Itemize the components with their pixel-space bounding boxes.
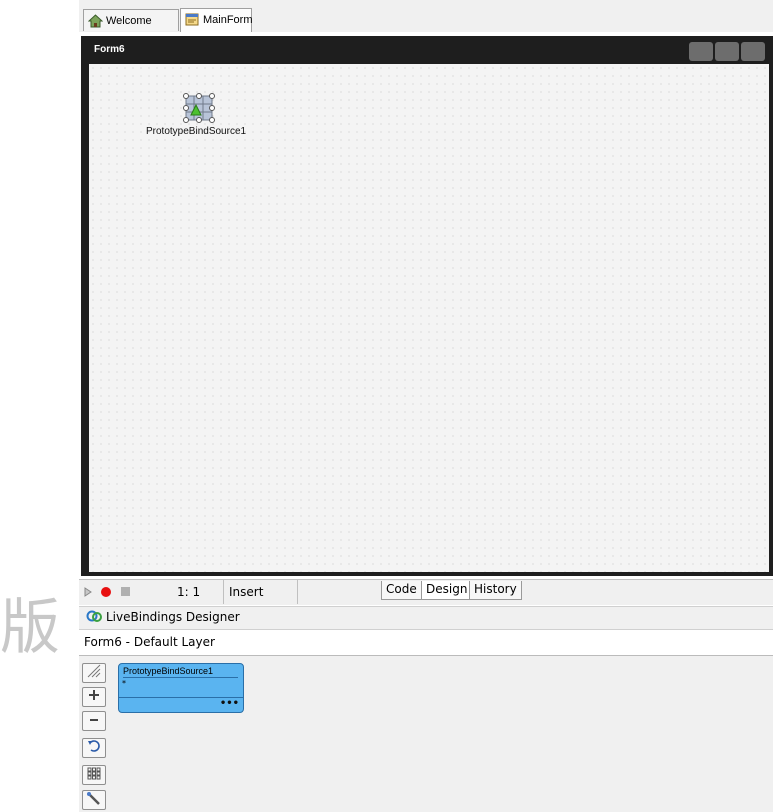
stop-icon[interactable] <box>120 586 131 597</box>
more-options-icon[interactable]: ••• <box>220 698 239 709</box>
divider <box>223 580 224 604</box>
wand-icon <box>87 792 100 805</box>
form-icon <box>185 13 199 26</box>
zoom-in-button[interactable] <box>82 687 106 707</box>
tab-mainform[interactable]: MainForm <box>180 8 253 32</box>
diagonal-lines-icon <box>87 664 101 678</box>
form-title: Form6 <box>94 44 125 55</box>
form-client-area[interactable] <box>89 64 769 572</box>
home-icon <box>88 14 103 28</box>
livebindings-icon <box>86 610 102 622</box>
bind-source-field[interactable]: * <box>122 679 126 688</box>
bind-source-node-title: PrototypeBindSource1 <box>123 665 238 678</box>
background-glyph: 版 <box>0 593 60 663</box>
minus-icon <box>90 719 98 721</box>
record-icon[interactable] <box>100 586 112 598</box>
divider <box>297 580 298 604</box>
tab-history[interactable]: History <box>469 581 522 600</box>
undo-icon <box>88 740 100 752</box>
document-tab-strip: Welcome Page MainForm <box>79 0 773 49</box>
link-wizard-button[interactable] <box>82 790 106 810</box>
tab-welcome-page[interactable]: Welcome Page <box>83 9 179 49</box>
play-icon[interactable] <box>84 587 92 597</box>
maximize-button[interactable] <box>715 42 739 61</box>
layer-label: Form6 - Default Layer <box>84 635 215 649</box>
component-label: PrototypeBindSource1 <box>146 126 247 137</box>
arrange-grid-button[interactable] <box>82 765 106 785</box>
bind-source-component-icon[interactable] <box>183 93 215 123</box>
bind-source-node[interactable]: PrototypeBindSource1 * ••• <box>118 663 244 713</box>
zoom-out-button[interactable] <box>82 711 106 731</box>
grid-toggle-button[interactable] <box>82 663 106 683</box>
plus-icon <box>89 690 99 700</box>
insert-mode: Insert <box>229 585 264 599</box>
close-button[interactable] <box>741 42 765 61</box>
tab-code[interactable]: Code <box>381 581 422 600</box>
undo-button[interactable] <box>82 738 106 758</box>
cursor-position: 1: 1 <box>177 585 201 599</box>
minimize-button[interactable] <box>689 42 713 61</box>
grid-icon <box>87 767 101 780</box>
livebindings-title: LiveBindings Designer <box>106 610 240 624</box>
tab-label: MainForm <box>203 14 253 26</box>
tab-design[interactable]: Design <box>421 581 473 600</box>
